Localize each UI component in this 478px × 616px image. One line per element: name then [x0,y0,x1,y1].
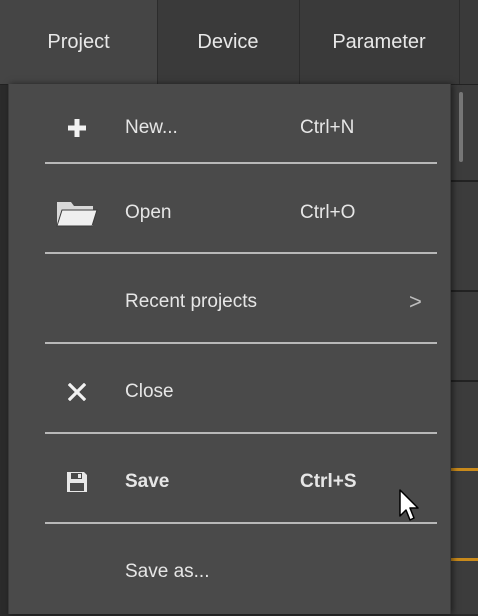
menu-item-save[interactable]: Save Ctrl+S [9,438,450,526]
menu-item-recent-projects-label: Recent projects [125,291,258,312]
menu-separator [45,162,437,164]
menu-separator [45,432,437,434]
menu-separator [45,522,437,524]
menu-item-save-label: Save [125,471,170,492]
menu-bar: Project Device Parameter [0,0,478,85]
menu-item-new[interactable]: New... Ctrl+N [9,84,450,172]
menu-separator [45,342,437,344]
menu-item-open-label: Open [125,202,172,223]
background-scrollbar [459,92,463,162]
menu-item-save-as-label: Save as... [125,561,210,582]
background-accent-line [449,468,478,471]
menu-item-open[interactable]: Open Ctrl+O [9,169,450,257]
background-divider [449,380,478,382]
mouse-cursor-icon [398,488,424,529]
folder-icon [47,169,107,257]
menu-item-new-shortcut: Ctrl+N [300,117,355,138]
save-icon [47,438,107,526]
close-icon [47,348,107,436]
menu-device[interactable]: Device [157,0,300,84]
menu-parameter[interactable]: Parameter [299,0,460,84]
background-panel [449,84,478,614]
project-dropdown-menu: New... Ctrl+N Open Ctrl+O Recent project… [8,84,451,614]
menu-item-open-shortcut: Ctrl+O [300,202,356,223]
menu-parameter-label: Parameter [332,30,426,53]
menu-item-save-shortcut: Ctrl+S [300,471,357,492]
menu-item-close-label: Close [125,381,174,402]
background-divider [449,290,478,292]
chevron-right-icon: > [409,289,422,314]
menu-item-new-label: New... [125,117,178,138]
background-divider [449,180,478,182]
menu-item-save-as[interactable]: Save as... [9,528,450,616]
menu-item-close[interactable]: Close [9,348,450,436]
menu-item-recent-projects[interactable]: Recent projects > [9,258,450,346]
menu-separator [45,252,437,254]
menu-project-label: Project [47,30,110,53]
menu-device-label: Device [197,30,259,53]
menu-project[interactable]: Project [0,0,158,84]
plus-icon [47,84,107,172]
background-accent-line [449,558,478,561]
